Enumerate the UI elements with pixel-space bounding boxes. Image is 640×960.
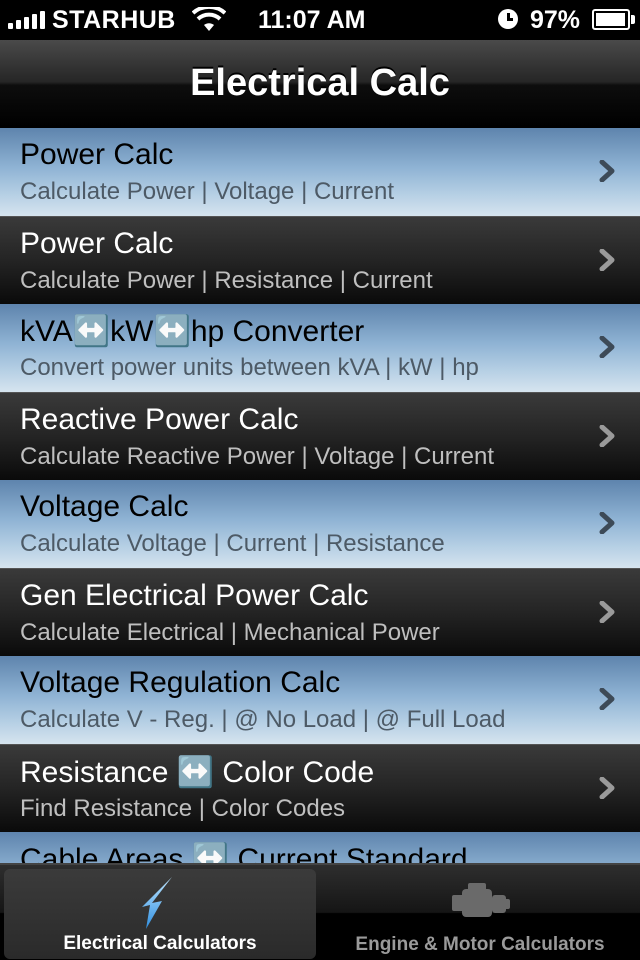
list-item[interactable]: Cable Areas ↔️ Current Standard [0,832,640,863]
status-bar: STARHUB 11:07 AM 97% [0,0,640,40]
list-item-subtitle: Calculate V - Reg. | @ No Load | @ Full … [20,706,506,733]
list-item-title: Voltage Regulation Calc [20,666,341,699]
carrier-name: STARHUB [52,6,176,34]
battery-fill [596,13,626,26]
chevron-right-icon [596,249,618,271]
list-item[interactable]: Resistance ↔️ Color Code Find Resistance … [0,744,640,832]
tab-electrical-calculators[interactable]: Electrical Calculators [4,869,316,959]
tab-label: Engine & Motor Calculators [355,934,605,955]
signal-strength-icon [8,11,45,29]
navigation-bar: Electrical Calc [0,40,640,128]
battery-percent: 97% [530,6,581,34]
chevron-right-icon [596,160,618,182]
list-item-subtitle: Calculate Reactive Power | Voltage | Cur… [20,443,495,470]
status-time: 11:07 AM [258,6,366,34]
chevron-right-icon [596,336,618,358]
list-item-title: Cable Areas ↔️ Current Standard [20,843,468,863]
list-item[interactable]: Gen Electrical Power Calc Calculate Elect… [0,568,640,656]
list-item-title: Reactive Power Calc [20,403,299,436]
list-item[interactable]: Reactive Power Calc Calculate Reactive Po… [0,392,640,480]
battery-icon [592,9,630,30]
list-item[interactable]: Power Calc Calculate Power | Voltage | Cu… [0,128,640,216]
chevron-right-icon [596,512,618,534]
list-item[interactable]: Voltage Calc Calculate Voltage | Current … [0,480,640,568]
lightning-bolt-icon [142,877,172,929]
tab-label: Electrical Calculators [63,933,257,954]
list-item[interactable]: Voltage Regulation Calc Calculate V - Reg… [0,656,640,744]
list-item-title: kVA↔️kW↔️hp Converter [20,315,365,348]
list-item-subtitle: Calculate Voltage | Current | Resistance [20,530,445,557]
tab-engine-motor-calculators[interactable]: Engine & Motor Calculators [320,865,640,960]
tab-bar: Electrical Calculators Engine & Motor Ca… [0,863,640,960]
chevron-right-icon [596,425,618,447]
page-title: Electrical Calc [190,62,450,104]
rotation-lock-icon [498,9,518,29]
list-item-title: Voltage Calc [20,490,189,523]
list-item-subtitle: Calculate Electrical | Mechanical Power [20,619,440,646]
list-item-title: Gen Electrical Power Calc [20,579,369,612]
battery-tip [631,15,635,24]
list-item[interactable]: kVA↔️kW↔️hp Converter Convert power units… [0,304,640,392]
list-item-title: Power Calc [20,138,174,171]
calculator-list[interactable]: Power Calc Calculate Power | Voltage | Cu… [0,128,640,863]
chevron-right-icon [596,601,618,623]
list-item-subtitle: Find Resistance | Color Codes [20,795,346,822]
list-item-title: Power Calc [20,227,174,260]
chevron-right-icon [596,688,618,710]
list-item-title: Resistance ↔️ Color Code [20,756,375,789]
list-item-subtitle: Calculate Power | Resistance | Current [20,267,433,294]
list-item-subtitle: Convert power units between kVA | kW | h… [20,354,479,381]
wifi-icon [192,7,226,31]
list-item-subtitle: Calculate Power | Voltage | Current [20,178,394,205]
engine-icon [452,883,510,917]
list-item[interactable]: Power Calc Calculate Power | Resistance |… [0,216,640,304]
chevron-right-icon [596,777,618,799]
